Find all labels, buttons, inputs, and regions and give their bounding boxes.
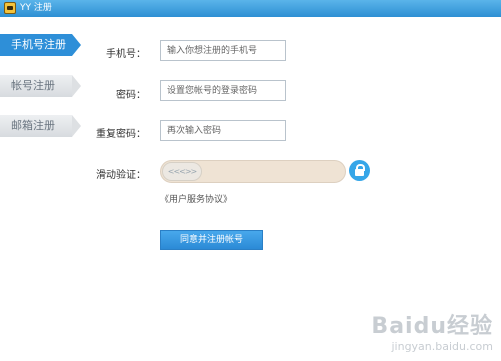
agree-register-button[interactable]: 同意并注册帐号 bbox=[160, 230, 263, 250]
slider-verify-label: 滑动验证： bbox=[96, 170, 146, 181]
baidu-watermark: Baidu经验 jingyan.baidu.com bbox=[371, 308, 493, 353]
slider-handle[interactable]: <<<>> bbox=[162, 162, 202, 181]
yy-logo-icon bbox=[4, 2, 16, 14]
confirm-password-input[interactable] bbox=[160, 120, 286, 141]
phone-input[interactable] bbox=[160, 40, 286, 61]
sidebar: 手机号注册 帐号注册 邮箱注册 bbox=[0, 17, 86, 361]
watermark-url: jingyan.baidu.com bbox=[391, 340, 493, 353]
password-label: 密码： bbox=[116, 90, 146, 101]
confirm-password-label: 重复密码： bbox=[96, 129, 146, 140]
password-input[interactable] bbox=[160, 80, 286, 101]
user-agreement-link[interactable]: 《用户服务协议》 bbox=[160, 192, 232, 205]
watermark-brand: Baidu经验 bbox=[371, 314, 493, 339]
lock-icon bbox=[349, 160, 370, 181]
title-bar: YY 注册 bbox=[0, 0, 501, 17]
phone-label: 手机号： bbox=[106, 49, 146, 60]
slider-verify-track[interactable]: <<<>> bbox=[160, 160, 346, 183]
window-title: YY 注册 bbox=[20, 3, 52, 13]
